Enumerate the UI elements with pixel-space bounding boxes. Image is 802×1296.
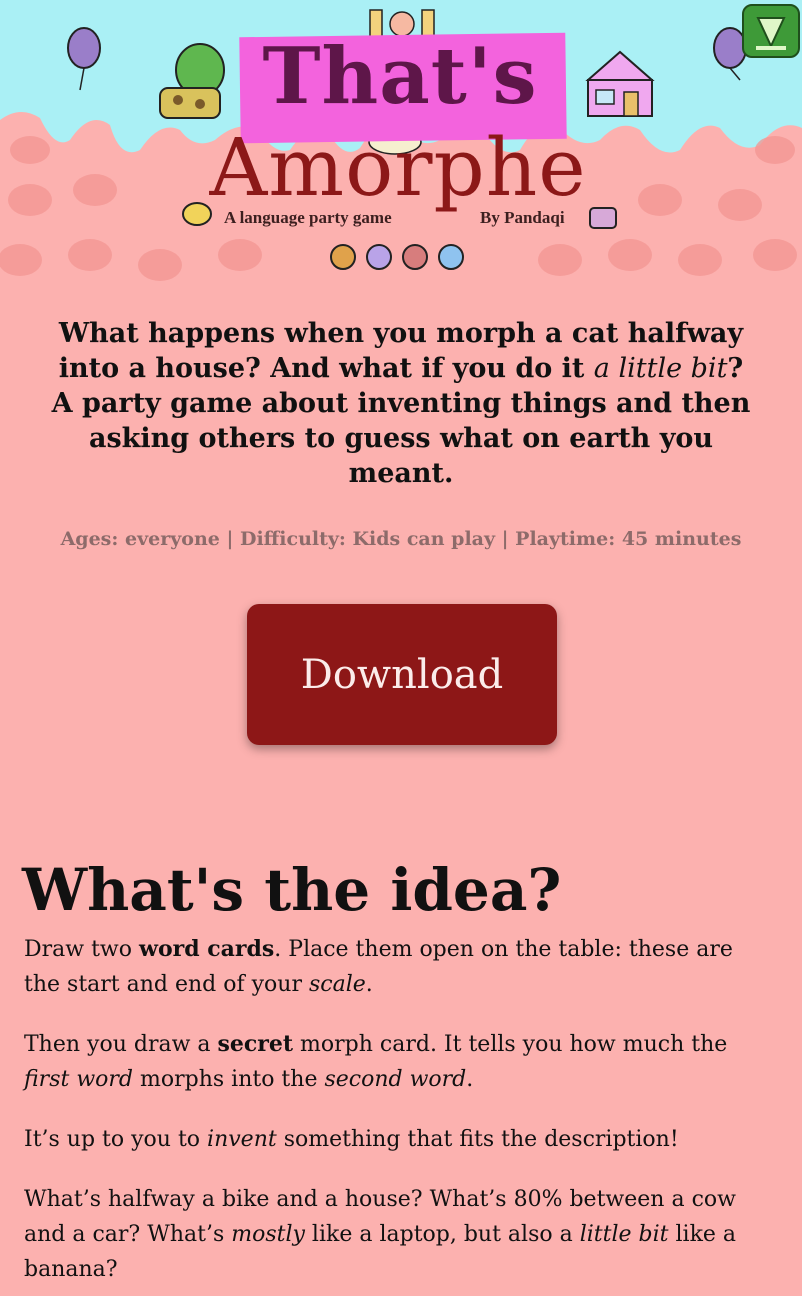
camera-icon	[589, 207, 617, 229]
game-subtitle: Amorphe	[209, 121, 587, 214]
idea-paragraph-4: What’s halfway a bike and a house? What’…	[24, 1187, 737, 1282]
tagline: A language party game	[224, 208, 392, 227]
idea-paragraph-2: Then you draw a secret morph card. It te…	[24, 1031, 728, 1092]
torch-icon[interactable]	[366, 244, 392, 270]
game-meta-info: Ages: everyone | Difficulty: Kids can pl…	[60, 528, 742, 550]
game-icon-row	[330, 244, 464, 270]
cow-icon[interactable]	[438, 244, 464, 270]
byline: By Pandaqi	[480, 208, 565, 227]
microphone-icon[interactable]	[330, 244, 356, 270]
download-button[interactable]: Download	[247, 604, 557, 745]
idea-paragraph-1: Draw two word cards. Place them open on …	[24, 936, 733, 997]
robot-icon[interactable]	[402, 244, 428, 270]
idea-paragraph-3: It’s up to you to invent something that …	[24, 1127, 679, 1152]
header-banner: That's Amorphe A language party game By …	[0, 0, 802, 290]
game-title: That's	[262, 31, 538, 122]
green-triangle-icon	[756, 17, 786, 50]
section-heading: What's the idea?	[22, 856, 562, 924]
intro-text: What happens when you morph a cat halfwa…	[51, 318, 751, 489]
back-button[interactable]	[742, 4, 800, 58]
